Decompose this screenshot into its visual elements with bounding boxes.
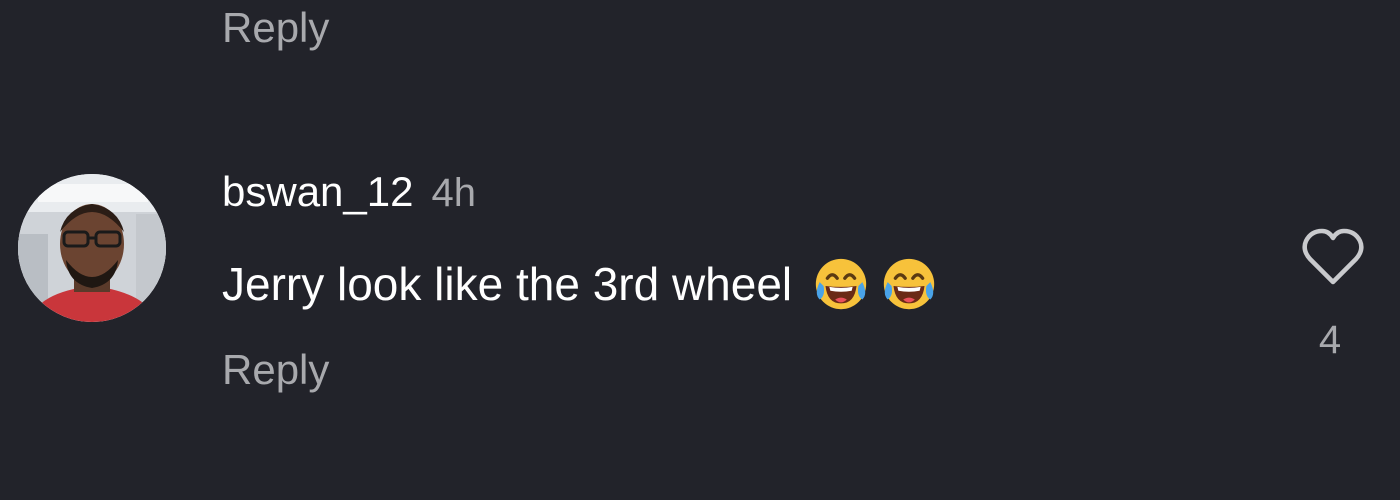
reply-button[interactable]: Reply bbox=[222, 344, 329, 396]
comment-header: bswan_12 4h bbox=[222, 168, 476, 224]
previous-comment-reply-button[interactable]: Reply bbox=[222, 2, 329, 54]
like-button[interactable] bbox=[1298, 222, 1368, 292]
emoji-group bbox=[810, 253, 946, 315]
face-with-tears-of-joy-icon bbox=[883, 258, 935, 310]
like-count: 4 bbox=[1318, 318, 1342, 362]
avatar[interactable] bbox=[18, 174, 166, 322]
avatar-photo-icon bbox=[18, 174, 166, 322]
comment-text: Jerry look like the 3rd wheel bbox=[222, 258, 793, 310]
timestamp: 4h bbox=[431, 171, 476, 215]
username-link[interactable]: bswan_12 bbox=[222, 168, 413, 216]
face-with-tears-of-joy-icon bbox=[815, 258, 867, 310]
heart-outline-icon bbox=[1302, 228, 1364, 285]
comment-body: Jerry look like the 3rd wheel bbox=[222, 252, 946, 316]
comments-panel: Reply bswan_12 4h Jerry look like the 3r… bbox=[0, 0, 1400, 500]
